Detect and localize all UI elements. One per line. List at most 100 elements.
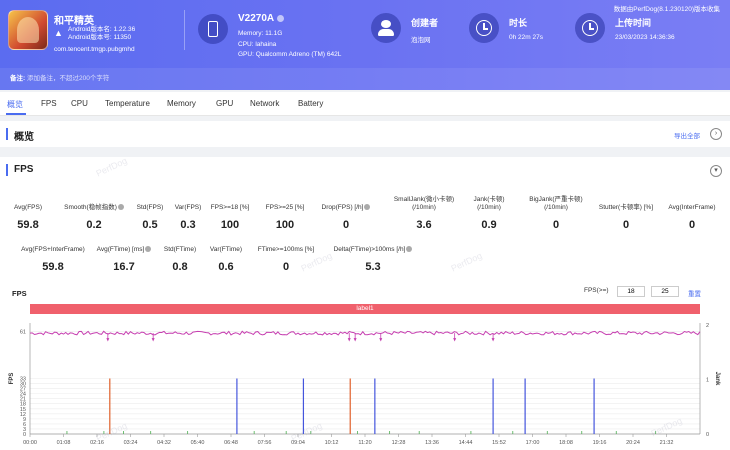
tab-temperature[interactable]: Temperature [105,99,150,108]
y2-tick-label: 1 [706,378,709,384]
fps-section: FPS ▾ Avg(FPS) 59.8 Smooth(稳帧指数) 0.2 Std(FPS… [0,155,730,450]
user-icon [371,13,401,43]
fps-dip-marker [491,338,495,342]
help-icon[interactable] [364,204,371,211]
expand-icon[interactable]: › [710,128,722,140]
tab-battery[interactable]: Battery [298,99,323,108]
chevron-down-icon[interactable]: ▾ [710,165,722,177]
device-gpu: GPU: Qualcomm Adreno (TM) 642L [238,51,342,58]
fps-dip-marker [453,338,457,342]
x-tick-label: 10:12 [325,440,339,446]
header-divider [184,10,185,50]
metric-value: 0 [622,219,630,231]
section-accent [6,164,8,176]
note-field[interactable]: 备注: 添加备注，不超过200个字符 [0,68,730,90]
metric-value: 59.8 [17,219,39,231]
metric-value: 5.3 [365,261,381,273]
watermark: PerfDog [449,250,484,274]
fps-dip-marker [353,338,357,342]
collector-note: 数据由PerfDog(8.1.230120)版本收集 [613,6,720,13]
fps-dip-marker [151,338,155,342]
clock-icon [469,13,499,43]
device-meta: Memory: 11.1G CPU: lahaina GPU: Qualcomm… [238,29,341,61]
android-code: Android版本号: 11350 [68,34,132,41]
fps-series-line [29,330,701,336]
y2-axis-label: Jank [714,372,720,386]
fps-dip-marker [106,338,110,342]
x-tick-label: 11:20 [358,440,371,446]
phone-icon [198,14,228,44]
x-tick-label: 19:16 [593,440,607,446]
x-tick-label: 15:52 [492,440,506,446]
note-label: 备注: [10,75,26,82]
help-icon[interactable] [406,246,413,253]
metric-value: 3.6 [416,219,432,231]
metric-value: 0.2 [86,219,102,231]
tab-fps[interactable]: FPS [41,99,57,108]
tab-overview[interactable]: 概览 [7,99,23,110]
y-tick-label: 33 [20,377,26,383]
device-memory: Memory: 11.1G [238,30,283,37]
tab-gpu[interactable]: GPU [216,99,233,108]
y-axis-label: FPS [9,373,15,385]
android-version: Android版本名: 1.22.36 [68,26,136,33]
fps-chart-title: FPS [12,289,27,298]
metric-value: 59.8 [42,261,64,273]
x-tick-label: 20:24 [626,440,640,446]
duration-value: 0h 22m 27s [509,34,543,41]
tab-memory[interactable]: Memory [167,99,196,108]
report-header: 数据由PerfDog(8.1.230120)版本收集 和平精英 ▲ Androi… [0,0,730,90]
x-tick-label: 06:48 [224,440,238,446]
note-placeholder: 添加备注，不超过200个字符 [26,75,110,82]
tab-network[interactable]: Network [250,99,279,108]
android-icon: ▲ [54,28,63,38]
metric-value: 0.6 [218,261,234,273]
x-tick-label: 13:36 [425,440,439,446]
creator-value: 泡泡网 [411,37,431,44]
tab-cpu[interactable]: CPU [71,99,88,108]
duration-label: 时长 [509,18,528,28]
fps-dip-marker [347,338,351,342]
fps-threshold-2-input[interactable]: 25 [651,286,679,297]
metric-label: Delta(FTime)>100ms [/h] [328,246,418,254]
fps-section-title: FPS [14,164,34,175]
overview-title: 概览 [14,132,34,143]
y2-tick-label: 0 [706,432,709,438]
creator-label: 创建者 [411,18,439,28]
tab-bar: 概览 FPS CPU Temperature Memory GPU Networ… [0,92,730,116]
x-tick-label: 17:00 [526,440,540,446]
x-tick-label: 07:56 [258,440,272,446]
reset-link[interactable]: 重置 [688,288,701,298]
history-icon [575,13,605,43]
x-tick-label: 12:28 [392,440,406,446]
upload-label: 上传时间 [615,18,652,28]
fps-filter-label: FPS(>=) [584,287,609,294]
metric-value: 100 [220,219,240,231]
x-tick-label: 04:32 [157,440,171,446]
device-name: V2270A [238,13,285,24]
metric-value: 0 [552,219,560,231]
x-tick-label: 14:44 [459,440,473,446]
section-accent [6,128,8,140]
fps-dip-marker [379,338,383,342]
x-tick-label: 03:24 [124,440,138,446]
y-tick-label: 61 [20,329,26,335]
overview-section: 概览 导出全部 › [0,121,730,147]
metric-value: 100 [275,219,295,231]
watermark: PerfDog [94,155,129,179]
label-band[interactable]: label1 [30,304,700,314]
metric-value: 16.7 [113,261,135,273]
package-name: com.tencent.tmgp.pubgmhd [54,46,135,53]
x-tick-label: 00:00 [23,440,37,446]
metric-value: 0.9 [481,219,497,231]
game-info: 和平精英 ▲ Android版本名: 1.22.36 Android版本号: 1… [8,8,188,66]
y2-tick-label: 2 [706,323,709,329]
x-tick-label: 05:40 [191,440,205,446]
info-icon[interactable] [277,14,285,22]
x-tick-label: 18:08 [559,440,573,446]
game-icon [8,10,48,50]
upload-value: 23/03/2023 14:36:36 [615,34,675,41]
metric-label: Drop(FPS) [/h] [301,204,391,212]
export-all-link[interactable]: 导出全部 [674,130,700,140]
fps-threshold-1-input[interactable]: 18 [617,286,645,297]
